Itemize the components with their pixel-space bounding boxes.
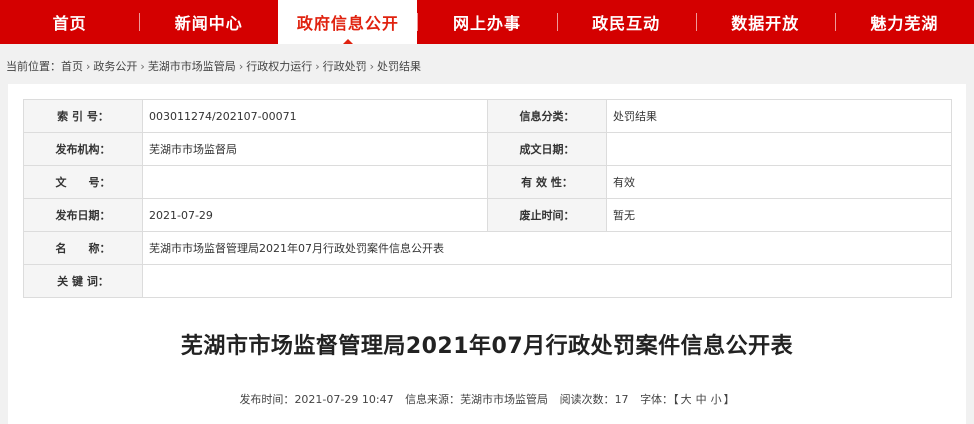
view-count-label: 阅读次数： xyxy=(559,393,615,406)
publish-time: 发布时间：2021-07-29 10:47 xyxy=(239,393,393,406)
nav-item-charm-wuhu[interactable]: 魅力芜湖 xyxy=(834,0,974,44)
font-size-large-button[interactable]: 大 xyxy=(681,393,692,406)
info-source-value: 芜湖市市场监管局 xyxy=(460,393,549,406)
created-date-label: 成文日期： xyxy=(487,132,607,166)
nav-item-gov-info[interactable]: 政府信息公开 xyxy=(278,0,418,44)
document-title: 芜湖市市场监督管理局2021年07月行政处罚案件信息公开表 xyxy=(180,334,794,359)
breadcrumb-separator: › xyxy=(140,60,145,73)
nav-item-news[interactable]: 新闻中心 xyxy=(139,0,278,44)
content-panel: 索 引 号： 003011274/202107-00071 信息分类： 处罚结果… xyxy=(8,84,966,424)
nav-item-home[interactable]: 首页 xyxy=(0,0,139,44)
nav-item-online-services[interactable]: 网上办事 xyxy=(417,0,556,44)
article-info-bar: 发布时间：2021-07-29 10:47 信息来源：芜湖市市场监管局 阅读次数… xyxy=(8,391,966,407)
font-size-small-button[interactable]: 小 xyxy=(711,393,722,406)
index-number-label: 索 引 号： xyxy=(23,99,143,133)
info-source: 信息来源：芜湖市市场监管局 xyxy=(405,393,548,406)
view-count: 阅读次数：17 xyxy=(560,393,629,406)
name-label: 名 称： xyxy=(23,231,143,265)
table-row: 发布机构： 芜湖市市场监督局 成文日期： xyxy=(23,132,952,166)
font-bracket-open: 【 xyxy=(673,393,679,406)
expire-time-value: 暂无 xyxy=(606,198,952,232)
table-row: 索 引 号： 003011274/202107-00071 信息分类： 处罚结果 xyxy=(23,99,952,133)
nav-item-open-data[interactable]: 数据开放 xyxy=(695,0,835,44)
breadcrumb-separator: › xyxy=(315,60,320,73)
breadcrumb: 当前位置：首页 › 政务公开 › 芜湖市市场监管局 › 行政权力运行 › 行政处罚 › 处罚结果 xyxy=(6,60,421,74)
doc-number-value xyxy=(142,165,488,199)
publish-time-value: 2021-07-29 10:47 xyxy=(294,393,394,406)
nav-item-interaction[interactable]: 政民互动 xyxy=(556,0,696,44)
publisher-value: 芜湖市市场监督局 xyxy=(142,132,488,166)
validity-value: 有效 xyxy=(606,165,952,199)
breadcrumb-item-bureau[interactable]: 芜湖市市场监管局 xyxy=(148,60,236,73)
publisher-label: 发布机构： xyxy=(23,132,143,166)
breadcrumb-prefix: 当前位置： xyxy=(6,60,61,73)
table-row: 发布日期： 2021-07-29 废止时间： 暂无 xyxy=(23,198,952,232)
keywords-label: 关 键 词： xyxy=(23,264,143,298)
table-row: 文 号： 有 效 性： 有效 xyxy=(23,165,952,199)
category-label: 信息分类： xyxy=(487,99,607,133)
info-source-label: 信息来源： xyxy=(405,393,461,406)
font-bracket-close: 】 xyxy=(723,393,735,406)
publish-date-label: 发布日期： xyxy=(23,198,143,232)
breadcrumb-item-home[interactable]: 首页 xyxy=(61,60,83,73)
publish-date-value: 2021-07-29 xyxy=(142,198,488,232)
breadcrumb-item-admin-power[interactable]: 行政权力运行 xyxy=(246,60,312,73)
name-value: 芜湖市市场监督管理局2021年07月行政处罚案件信息公开表 xyxy=(142,231,952,265)
metadata-table: 索 引 号： 003011274/202107-00071 信息分类： 处罚结果… xyxy=(23,99,952,298)
font-size-control: 字体：【大中小】 xyxy=(640,393,735,406)
expire-time-label: 废止时间： xyxy=(487,198,607,232)
validity-label: 有 效 性： xyxy=(487,165,607,199)
keywords-value xyxy=(142,264,952,298)
breadcrumb-separator: › xyxy=(369,60,375,73)
font-size-medium-button[interactable]: 中 xyxy=(696,393,707,406)
breadcrumb-item-gov-affairs[interactable]: 政务公开 xyxy=(93,60,137,73)
breadcrumb-separator: › xyxy=(238,60,244,73)
breadcrumb-item-penalty[interactable]: 行政处罚 xyxy=(323,60,367,73)
doc-number-label: 文 号： xyxy=(23,165,143,199)
category-value: 处罚结果 xyxy=(606,99,952,133)
main-nav: 首页 新闻中心 政府信息公开 网上办事 政民互动 数据开放 魅力芜湖 xyxy=(0,0,974,44)
publish-time-label: 发布时间： xyxy=(239,393,295,406)
view-count-value: 17 xyxy=(614,393,629,406)
font-size-label: 字体： xyxy=(640,393,674,406)
breadcrumb-item-penalty-results[interactable]: 处罚结果 xyxy=(377,60,421,73)
table-row: 关 键 词： xyxy=(23,264,952,298)
breadcrumb-separator: › xyxy=(86,60,91,73)
table-row: 名 称： 芜湖市市场监督管理局2021年07月行政处罚案件信息公开表 xyxy=(23,231,952,265)
index-number-value: 003011274/202107-00071 xyxy=(142,99,488,133)
created-date-value xyxy=(606,132,952,166)
